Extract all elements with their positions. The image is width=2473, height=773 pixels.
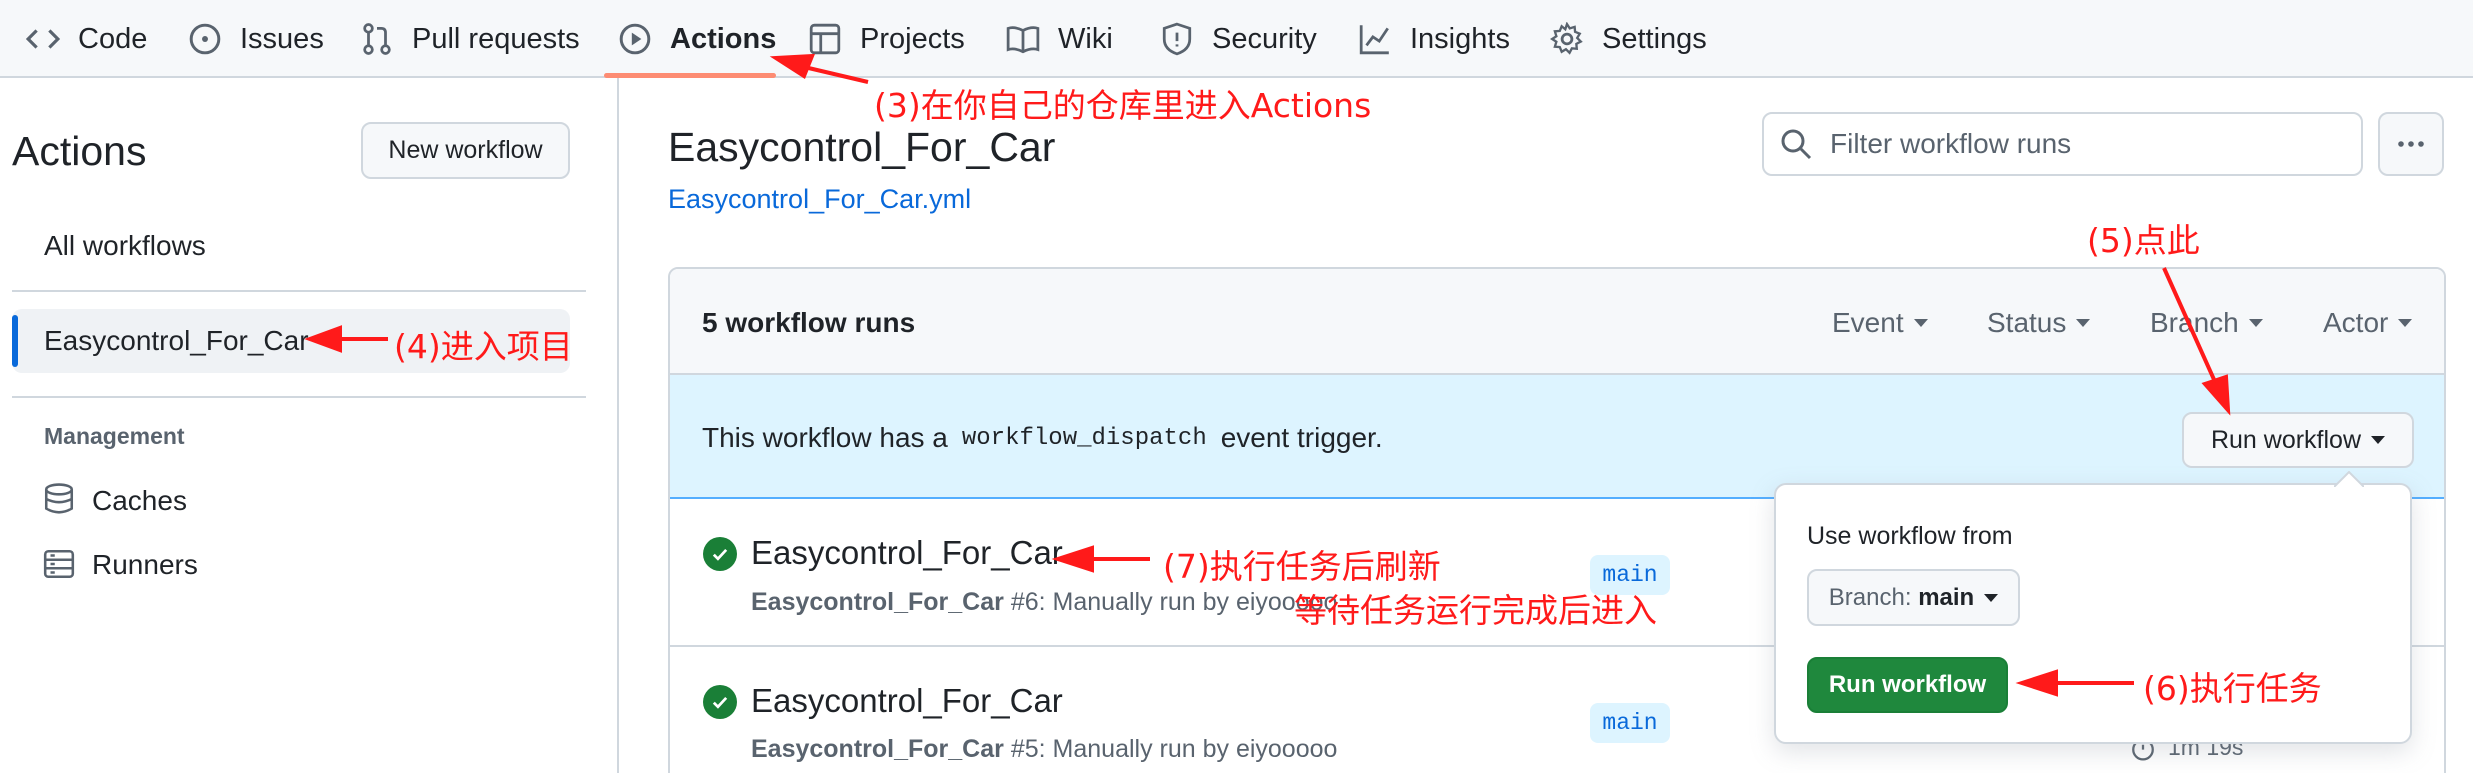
annotation-arrow-3 [799, 64, 869, 84]
annotation-arrowhead-3 [769, 53, 816, 79]
annotation-arrowhead-7 [1051, 545, 1094, 573]
annotation-arrowhead-6 [2015, 669, 2058, 697]
annotation-arrows [304, 53, 2231, 697]
annotation-arrow-5 [2162, 267, 2218, 385]
annotation-arrowhead-5 [2201, 374, 2231, 416]
annotation-arrowhead-4 [304, 325, 342, 353]
